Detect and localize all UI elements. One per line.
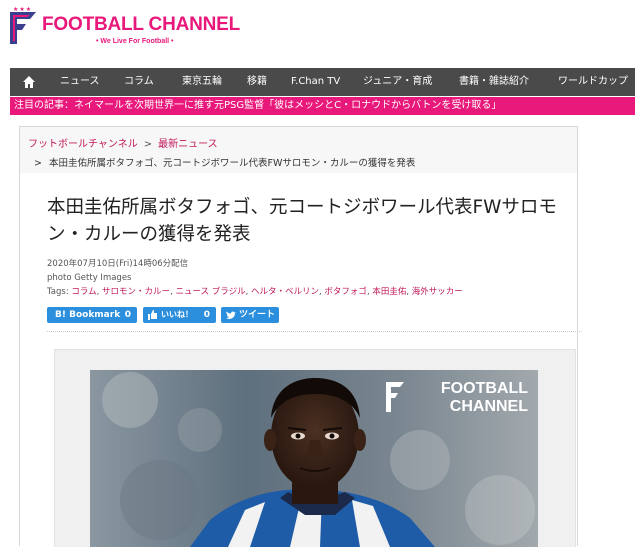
- article-tags: Tags: コラム, サロモン・カルー, ニュース ブラジル, ヘルタ・ベルリン…: [47, 287, 463, 297]
- thumbs-up-icon: [148, 310, 157, 320]
- breadcrumb-current: 本田圭佑所属ボタフォゴ、元コートジボワール代表FWサロモン・カルーの獲得を発表: [49, 158, 416, 169]
- logo-f-mark-icon: [10, 12, 36, 44]
- tweet-label: ツイート: [239, 310, 276, 320]
- logo-title: FOOTBALL CHANNEL: [42, 14, 241, 35]
- article-photo-frame: FOOTBALL CHANNEL: [54, 349, 576, 547]
- photo-credit: photo Getty Images: [47, 273, 132, 283]
- article-photo: FOOTBALL CHANNEL: [90, 370, 538, 547]
- logo-tagline: • We Live For Football •: [96, 38, 174, 45]
- breadcrumb-section-link[interactable]: 最新ニュース: [158, 139, 218, 150]
- nav-item-books[interactable]: 書籍・雑誌紹介: [459, 68, 529, 96]
- nav-item-tokyo-olympics[interactable]: 東京五輪: [182, 68, 222, 96]
- nav-item-news[interactable]: ニュース: [60, 68, 100, 96]
- nav-item-transfer[interactable]: 移籍: [247, 68, 267, 96]
- nav-item-junior[interactable]: ジュニア・育成: [363, 68, 432, 96]
- featured-notice-bar: 注目の記事： ネイマールを次期世界一に推す元PSG監督「彼はメッシとC・ロナウド…: [10, 97, 635, 115]
- breadcrumb-separator-icon: >: [34, 158, 42, 169]
- share-divider: [47, 331, 582, 332]
- home-icon[interactable]: [22, 75, 36, 89]
- notice-label: 注目の記事：: [14, 100, 74, 111]
- nav-item-fchan-tv[interactable]: F.Chan TV: [291, 68, 340, 96]
- tag-link[interactable]: サロモン・カルー: [102, 287, 170, 297]
- article-date: 2020年07月10日(Fri)14時06分配信: [47, 259, 189, 269]
- tag-link[interactable]: ヘルタ・ベルリン: [251, 287, 319, 297]
- article-title: 本田圭佑所属ボタフォゴ、元コートジボワール代表FWサロモン・カルーの獲得を発表: [47, 197, 557, 245]
- watermark-line2: CHANNEL: [449, 398, 528, 415]
- main-nav: ニュース コラム 東京五輪 移籍 F.Chan TV ジュニア・育成 書籍・雑誌…: [10, 68, 635, 96]
- notice-link[interactable]: ネイマールを次期世界一に推す元PSG監督「彼はメッシとC・ロナウドからバトンを受…: [74, 97, 501, 115]
- tag-link[interactable]: コラム: [71, 287, 96, 297]
- nav-item-column[interactable]: コラム: [124, 68, 154, 96]
- breadcrumb: フットボールチャンネル > 最新ニュース > 本田圭佑所属ボタフォゴ、元コートジボワ…: [19, 126, 578, 174]
- tag-link[interactable]: 海外サッカー: [412, 287, 463, 297]
- breadcrumb-separator-icon: >: [143, 139, 153, 150]
- tag-link[interactable]: ボタフォゴ: [324, 287, 367, 297]
- article-main: 本田圭佑所属ボタフォゴ、元コートジボワール代表FWサロモン・カルーの獲得を発表 …: [19, 173, 582, 547]
- article-meta: 2020年07月10日(Fri)14時06分配信 photo Getty Ima…: [47, 257, 463, 299]
- site-header: ★★★ FOOTBALL CHANNEL • We Live For Footb…: [0, 0, 635, 66]
- watermark-f-mark-icon: [386, 382, 404, 412]
- photo-watermark: FOOTBALL CHANNEL: [382, 376, 532, 420]
- bookmark-label: B! Bookmark: [55, 310, 121, 320]
- twitter-bird-icon: [226, 311, 236, 319]
- like-count: 0: [203, 307, 210, 323]
- tweet-button[interactable]: ツイート: [221, 307, 279, 323]
- site-logo[interactable]: ★★★ FOOTBALL CHANNEL • We Live For Footb…: [10, 6, 250, 48]
- hatena-bookmark-button[interactable]: B! Bookmark 0: [47, 307, 137, 323]
- watermark-line1: FOOTBALL: [440, 380, 528, 397]
- tags-label: Tags:: [47, 287, 69, 297]
- tag-link[interactable]: ニュース: [175, 287, 209, 297]
- nav-item-world-cup[interactable]: ワールドカップ: [558, 68, 628, 96]
- tag-link[interactable]: ブラジル: [212, 287, 246, 297]
- breadcrumb-home-link[interactable]: フットボールチャンネル: [28, 139, 138, 150]
- bookmark-count: 0: [124, 307, 131, 323]
- like-label: いいね！: [161, 310, 193, 319]
- facebook-like-button[interactable]: いいね！ 0: [143, 307, 216, 323]
- tag-link[interactable]: 本田圭佑: [372, 287, 406, 297]
